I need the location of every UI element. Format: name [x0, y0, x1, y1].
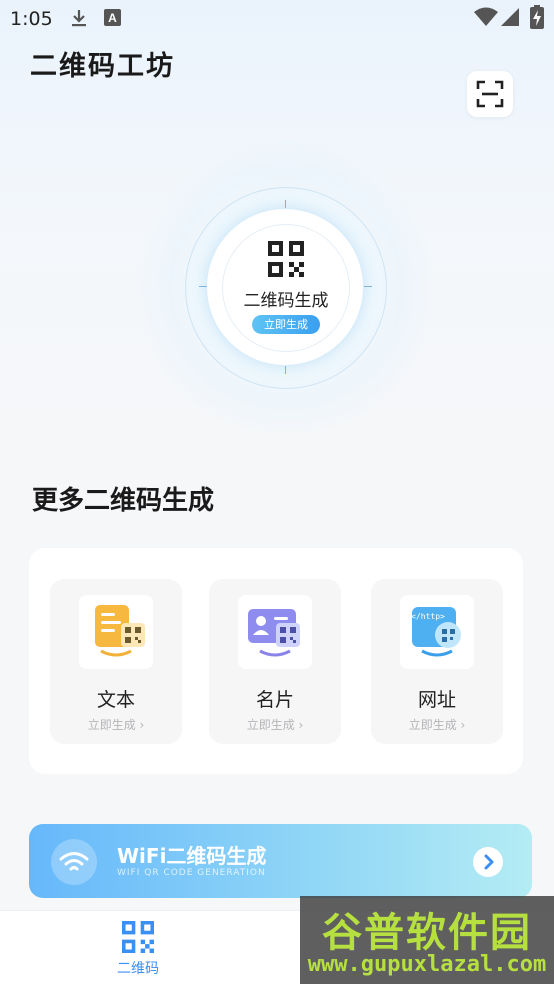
- ring-tick: [285, 200, 286, 208]
- option-text[interactable]: 文本 立即生成 ›: [50, 579, 182, 744]
- tab-qr-code[interactable]: 二维码: [98, 911, 178, 985]
- ring-tick: [364, 286, 372, 287]
- option-business-card[interactable]: 名片 立即生成 ›: [209, 579, 341, 744]
- download-icon: [70, 9, 88, 31]
- wifi-qr-banner[interactable]: WiFi二维码生成 WIFI QR CODE GENERATION: [29, 824, 532, 898]
- cell-signal-icon: [501, 7, 520, 31]
- svg-text:A: A: [108, 11, 117, 25]
- option-url[interactable]: </http> 网址 立即生成 ›: [371, 579, 503, 744]
- scan-icon: [476, 80, 504, 112]
- hero-label: 二维码生成: [243, 291, 329, 311]
- ring-tick: [199, 286, 207, 287]
- section-title: 更多二维码生成: [32, 486, 215, 516]
- wifi-subtitle: WIFI QR CODE GENERATION: [117, 868, 266, 878]
- svg-text:</http>: </http>: [411, 612, 445, 621]
- business-card-icon: [238, 595, 312, 669]
- wifi-signal-icon: [474, 7, 498, 31]
- option-sublabel: 立即生成 ›: [246, 718, 304, 732]
- status-bar: 1:05 A: [0, 0, 554, 36]
- wifi-title: WiFi二维码生成: [117, 844, 267, 868]
- url-browser-icon: </http>: [400, 595, 474, 669]
- tab-label: 二维码: [117, 961, 159, 977]
- watermark-title: 谷普软件园: [322, 910, 532, 956]
- option-sublabel: 立即生成 ›: [87, 718, 145, 732]
- watermark-url: www.gupuxlazal.com: [307, 952, 547, 977]
- hero-generate-badge[interactable]: 立即生成: [252, 315, 320, 334]
- ring-tick: [285, 366, 286, 374]
- text-doc-icon: [79, 595, 153, 669]
- qr-code-icon: [122, 921, 154, 957]
- font-icon: A: [104, 9, 121, 30]
- watermark: 谷普软件园 www.gupuxlazal.com: [300, 896, 554, 984]
- option-label: 网址: [417, 689, 456, 711]
- battery-charging-icon: [530, 5, 544, 33]
- scan-button[interactable]: [467, 71, 513, 117]
- qr-code-icon: [268, 241, 304, 281]
- status-time: 1:05: [10, 8, 53, 30]
- app-title: 二维码工坊: [30, 51, 175, 82]
- option-label: 名片: [255, 689, 294, 711]
- wifi-icon: [51, 839, 97, 885]
- chevron-right-icon[interactable]: [473, 847, 503, 877]
- option-sublabel: 立即生成 ›: [408, 718, 466, 732]
- option-label: 文本: [96, 689, 135, 711]
